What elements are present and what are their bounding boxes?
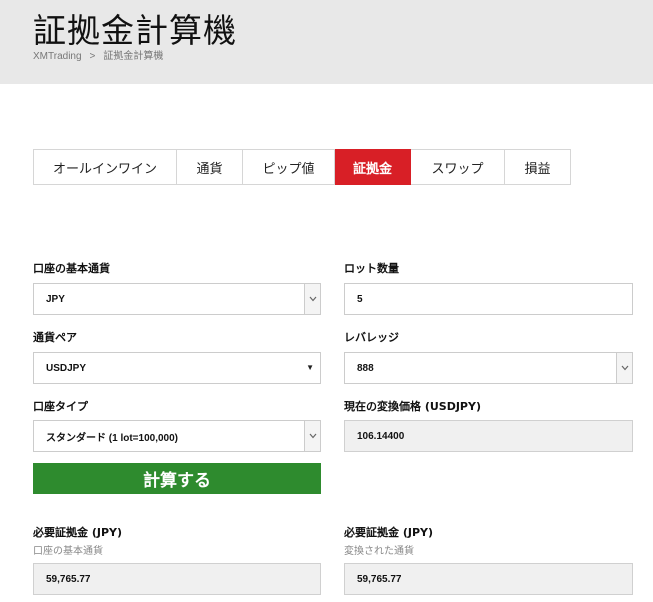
breadcrumb-current: 証拠金計算機: [103, 51, 164, 62]
breadcrumb-separator: >: [89, 51, 96, 62]
margin-result-base: 59,765.77: [33, 563, 321, 595]
page-title: 証拠金計算機: [33, 11, 237, 50]
base-currency-select[interactable]: JPY: [33, 283, 321, 315]
pair-select[interactable]: USDJPY ▼: [33, 352, 321, 384]
base-currency-label: 口座の基本通貨: [33, 262, 110, 275]
account-type-select[interactable]: スタンダード (1 lot=100,000): [33, 420, 321, 452]
margin-result-converted-value: 59,765.77: [357, 573, 402, 585]
chevron-down-icon[interactable]: [304, 284, 320, 314]
margin-result-converted: 59,765.77: [344, 563, 633, 595]
leverage-label: レバレッジ: [344, 331, 399, 344]
account-type-label: 口座タイプ: [33, 400, 88, 413]
pair-label: 通貨ペア: [33, 331, 77, 344]
rate-label: 現在の変換価格 (USDJPY): [344, 400, 481, 413]
lot-label: ロット数量: [344, 262, 399, 275]
breadcrumb-home[interactable]: XMTrading: [33, 51, 82, 62]
page-header: 証拠金計算機 XMTrading > 証拠金計算機: [0, 0, 653, 84]
margin-result-sublabel-base: 口座の基本通貨: [33, 546, 103, 557]
tab-pip-value[interactable]: ピップ値: [243, 149, 335, 185]
base-currency-value: JPY: [46, 293, 65, 305]
leverage-select[interactable]: 888: [344, 352, 633, 384]
margin-result-sublabel-converted: 変換された通貨: [344, 546, 414, 557]
leverage-value: 888: [357, 362, 374, 374]
tab-swap[interactable]: スワップ: [411, 149, 505, 185]
breadcrumb: XMTrading > 証拠金計算機: [33, 47, 163, 62]
tab-currency[interactable]: 通貨: [177, 149, 243, 185]
margin-result-label-base: 必要証拠金 (JPY): [33, 526, 123, 539]
tab-margin[interactable]: 証拠金: [335, 149, 411, 185]
chevron-down-icon[interactable]: [616, 353, 632, 383]
tab-all-in-one[interactable]: オールインワイン: [33, 149, 177, 185]
account-type-value: スタンダード (1 lot=100,000): [46, 432, 178, 444]
lot-value: 5: [357, 293, 363, 305]
rate-value: 106.14400: [357, 430, 405, 442]
margin-result-base-value: 59,765.77: [46, 573, 91, 585]
calculate-button[interactable]: 計算する: [33, 463, 321, 494]
lot-input[interactable]: 5: [344, 283, 633, 315]
rate-field: 106.14400: [344, 420, 633, 452]
chevron-down-icon[interactable]: [304, 421, 320, 451]
margin-result-label-converted: 必要証拠金 (JPY): [344, 526, 434, 539]
pair-value: USDJPY: [46, 362, 87, 374]
caret-down-icon: ▼: [306, 363, 314, 372]
calculator-tabs: オールインワイン 通貨 ピップ値 証拠金 スワップ 損益: [33, 149, 571, 185]
tab-profit-loss[interactable]: 損益: [505, 149, 571, 185]
